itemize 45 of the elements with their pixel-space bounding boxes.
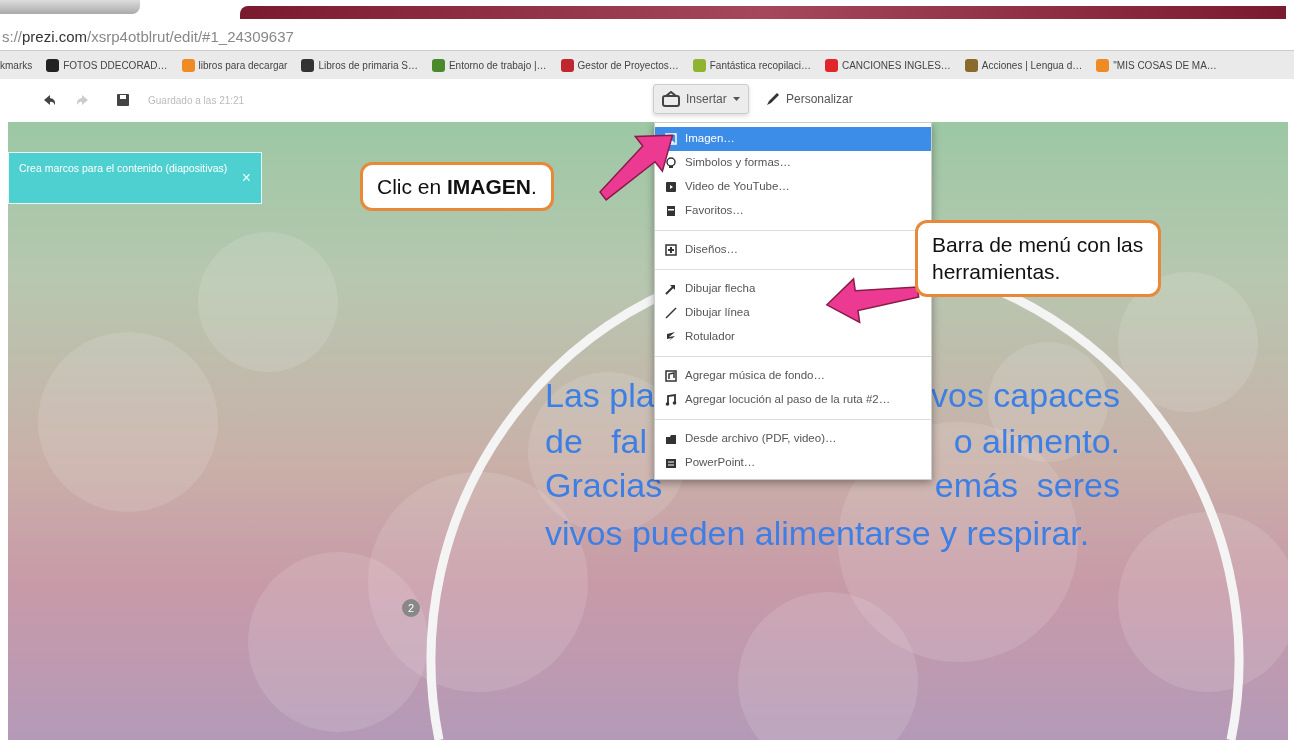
menu-item[interactable]: Dibujar línea — [655, 301, 931, 325]
bookmark-link[interactable]: CANCIONES INGLES… — [824, 57, 951, 73]
menu-item[interactable]: Agregar locución al paso de la ruta #2… — [655, 388, 931, 412]
insert-icon — [662, 91, 680, 107]
notification-text: Crea marcos para el contenido (diapositivas) — [19, 161, 228, 176]
menu-item[interactable]: Agregar música de fondo… — [655, 364, 931, 388]
slide-text: emás seres — [934, 468, 1120, 502]
bookmark-link[interactable]: FOTOS DDECORAD… — [46, 57, 168, 73]
callout-tooltip: Clic en IMAGEN. — [360, 162, 554, 212]
bookmark-link[interactable]: Entorno de trabajo |… — [431, 57, 547, 73]
path-step-badge[interactable]: 2 — [402, 599, 420, 617]
note-icon — [665, 394, 677, 406]
bookmark-link[interactable]: "MIS COSAS DE MA… — [1096, 57, 1217, 73]
menu-item[interactable]: Favoritos… — [655, 199, 931, 223]
menu-item[interactable]: Video de YouTube… — [655, 175, 931, 199]
save-status: Guardado a las 21:21 — [148, 93, 245, 108]
slide-text: Las pla — [545, 378, 655, 412]
bookmark-link[interactable]: Libros de primaria S… — [301, 57, 418, 73]
slide-text: vos capaces — [931, 378, 1120, 412]
arrow-icon — [665, 283, 677, 295]
menu-item[interactable]: Desde archivo (PDF, video)… — [655, 427, 931, 451]
bookmark-link[interactable]: libros para decargar — [181, 57, 288, 73]
bookmark-link[interactable]: Fantástica recopilaci… — [692, 57, 811, 73]
music-icon — [665, 370, 677, 382]
bulb-icon — [665, 157, 677, 169]
customize-button[interactable]: Personalizar — [760, 84, 859, 114]
callout-tooltip: Barra de menú con las herramientas. — [915, 220, 1161, 297]
menu-item[interactable]: Simbolos y formas… — [655, 151, 931, 175]
slide-text: o alimento. — [953, 424, 1120, 458]
pencil-icon — [766, 92, 780, 106]
grid-icon — [665, 244, 677, 256]
insert-button[interactable]: Insertar — [653, 84, 749, 114]
save-icon[interactable] — [116, 93, 130, 107]
slide-text: de fal — [545, 424, 648, 458]
slide-text: vivos pueden alimentarse y respirar. — [545, 516, 1090, 550]
bookmark-link[interactable]: Acciones | Lengua d… — [964, 57, 1083, 73]
folder-icon — [665, 433, 677, 445]
line-icon — [665, 307, 677, 319]
slides-icon — [665, 457, 677, 469]
menu-item[interactable]: Rotulador — [655, 325, 931, 349]
play-icon — [665, 181, 677, 193]
caret-icon — [732, 97, 740, 101]
bookmark-link[interactable]: Gestor de Proyectos… — [560, 57, 679, 73]
box-icon — [665, 205, 677, 217]
bookmarks-label[interactable]: kmarks — [0, 57, 33, 73]
